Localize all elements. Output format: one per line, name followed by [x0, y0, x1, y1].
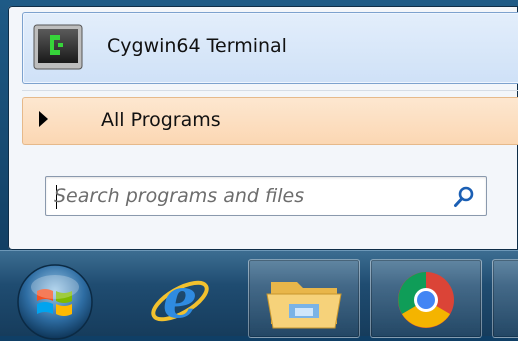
folder-icon — [266, 282, 342, 329]
triangle-right-icon — [39, 111, 48, 127]
search-icon[interactable] — [452, 185, 476, 209]
cygwin-terminal-icon — [33, 24, 83, 70]
taskbar-item-google-chrome[interactable] — [370, 259, 482, 338]
program-item-label: Cygwin64 Terminal — [107, 35, 287, 57]
windows-logo-icon[interactable] — [16, 263, 94, 341]
taskbar-item-partial[interactable] — [492, 259, 518, 338]
internet-explorer-icon[interactable]: e — [145, 265, 215, 335]
taskbar: e — [0, 250, 518, 340]
svg-text:e: e — [163, 266, 197, 330]
menu-separator — [22, 90, 518, 91]
search-input[interactable] — [54, 183, 434, 209]
chrome-icon — [398, 272, 454, 328]
taskbar-item-windows-explorer[interactable] — [248, 259, 360, 338]
program-item-cygwin64-terminal[interactable]: Cygwin64 Terminal — [22, 12, 518, 84]
search-box[interactable] — [45, 176, 487, 216]
all-programs-label: All Programs — [101, 109, 221, 131]
all-programs-item[interactable]: All Programs — [22, 97, 518, 145]
